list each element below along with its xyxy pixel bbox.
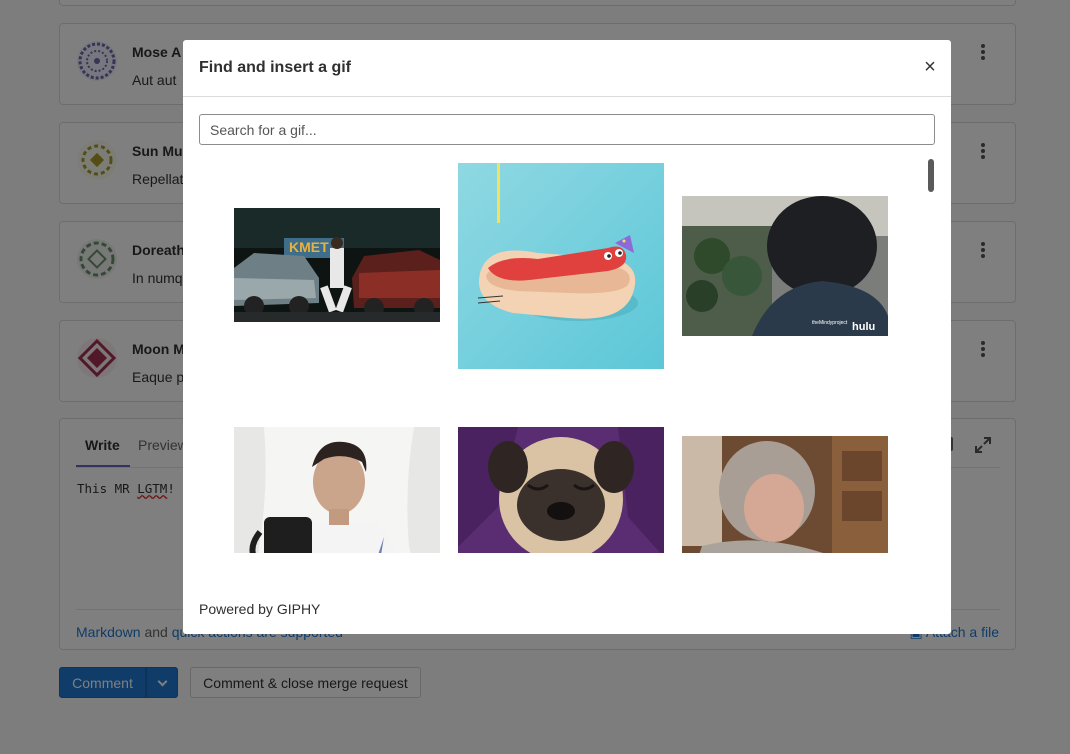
gif-caption: happy [505, 550, 611, 553]
gif-result[interactable]: theMindyproject hulu [682, 196, 888, 336]
modal-divider [183, 96, 951, 97]
powered-by-giphy: Powered by GIPHY [199, 601, 321, 617]
gif-result[interactable] [682, 436, 888, 553]
gif-result[interactable]: KMET [234, 208, 440, 322]
gif-grid: KMET theMindyproject hulu [199, 155, 939, 553]
gif-show-name: theMindyproject [812, 320, 848, 326]
modal-title: Find and insert a gif [199, 59, 352, 76]
gif-result[interactable]: happy [458, 427, 664, 553]
gif-car-sign: KMET [289, 239, 329, 255]
close-icon[interactable]: × [922, 57, 938, 77]
gif-grid-scrollbar[interactable] [926, 157, 936, 553]
gif-result[interactable] [234, 427, 440, 553]
gif-search-input[interactable] [199, 114, 935, 145]
gif-result[interactable] [458, 163, 664, 369]
gif-brand: hulu [852, 321, 875, 333]
gif-picker-modal: Find and insert a gif × KMET [183, 40, 951, 634]
scrollbar-thumb[interactable] [928, 159, 934, 192]
